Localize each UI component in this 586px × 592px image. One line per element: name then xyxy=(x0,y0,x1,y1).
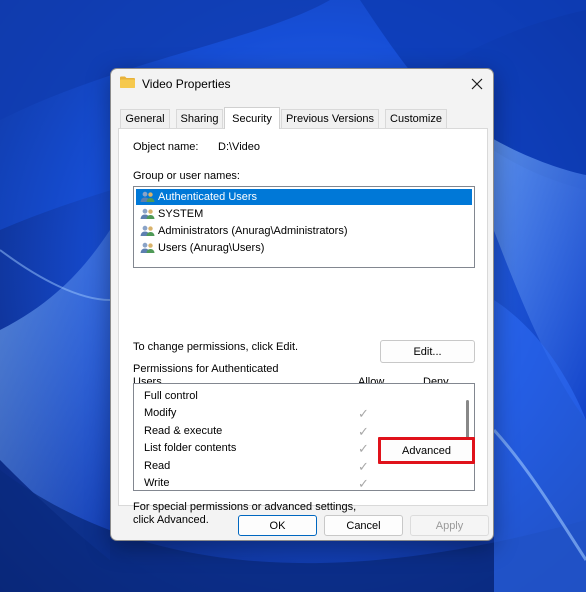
user-group-icon xyxy=(140,242,155,253)
permission-name: Modify xyxy=(144,407,177,419)
cancel-button[interactable]: Cancel xyxy=(324,515,403,536)
permission-name: Write xyxy=(144,477,170,489)
tab-sharing[interactable]: Sharing xyxy=(176,109,223,128)
checkmark-icon: ✓ xyxy=(358,424,369,439)
apply-button[interactable]: Apply xyxy=(410,515,489,536)
close-icon xyxy=(471,78,483,90)
tab-security[interactable]: Security xyxy=(224,107,280,129)
advanced-button[interactable]: Advanced xyxy=(378,437,475,464)
checkmark-icon: ✓ xyxy=(358,441,369,456)
user-label: Users (Anurag\Users) xyxy=(158,242,265,254)
list-item-authenticated-users[interactable]: Authenticated Users xyxy=(136,189,472,205)
list-item-users[interactable]: Users (Anurag\Users) xyxy=(136,240,472,256)
permission-row-modify: Modify ✓ xyxy=(144,405,454,422)
special-permissions-hint-line1: For special permissions or advanced sett… xyxy=(133,501,357,513)
close-button[interactable] xyxy=(465,72,489,96)
user-group-icon xyxy=(140,191,155,202)
checkmark-icon: ✓ xyxy=(358,406,369,421)
permission-row-full-control: Full control xyxy=(144,388,454,405)
title-bar[interactable]: Video Properties xyxy=(111,69,493,99)
edit-button[interactable]: Edit... xyxy=(380,340,475,363)
user-label: SYSTEM xyxy=(158,208,204,220)
properties-dialog: Video Properties General Sharing Securit… xyxy=(110,68,494,541)
window-title: Video Properties xyxy=(142,77,231,91)
object-name-value: D:\Video xyxy=(218,141,260,153)
change-permissions-hint: To change permissions, click Edit. xyxy=(133,341,299,353)
user-group-icon xyxy=(140,225,155,236)
checkmark-icon: ✓ xyxy=(358,476,369,491)
tab-previous-versions[interactable]: Previous Versions xyxy=(281,109,379,128)
tab-customize[interactable]: Customize xyxy=(385,109,447,128)
ok-button[interactable]: OK xyxy=(238,515,317,536)
permission-name: Read & execute xyxy=(144,425,223,437)
permissions-label-line1: Permissions for Authenticated xyxy=(133,363,279,375)
permission-name: List folder contents xyxy=(144,442,237,454)
list-item-administrators[interactable]: Administrators (Anurag\Administrators) xyxy=(136,223,472,239)
group-names-label: Group or user names: xyxy=(133,170,240,182)
special-permissions-hint-line2: click Advanced. xyxy=(133,514,209,526)
list-item-system[interactable]: SYSTEM xyxy=(136,206,472,222)
object-name-label: Object name: xyxy=(133,141,199,153)
folder-icon xyxy=(120,76,135,88)
group-user-list[interactable]: Authenticated Users SYSTEM Administrator… xyxy=(133,186,475,268)
user-label: Administrators (Anurag\Administrators) xyxy=(158,225,348,237)
tab-general[interactable]: General xyxy=(120,109,170,128)
checkmark-icon: ✓ xyxy=(358,459,369,474)
permission-name: Read xyxy=(144,460,171,472)
permission-row-write: Write ✓ xyxy=(144,475,454,491)
permission-name: Full control xyxy=(144,390,198,402)
user-label: Authenticated Users xyxy=(158,191,258,203)
user-group-icon xyxy=(140,208,155,219)
